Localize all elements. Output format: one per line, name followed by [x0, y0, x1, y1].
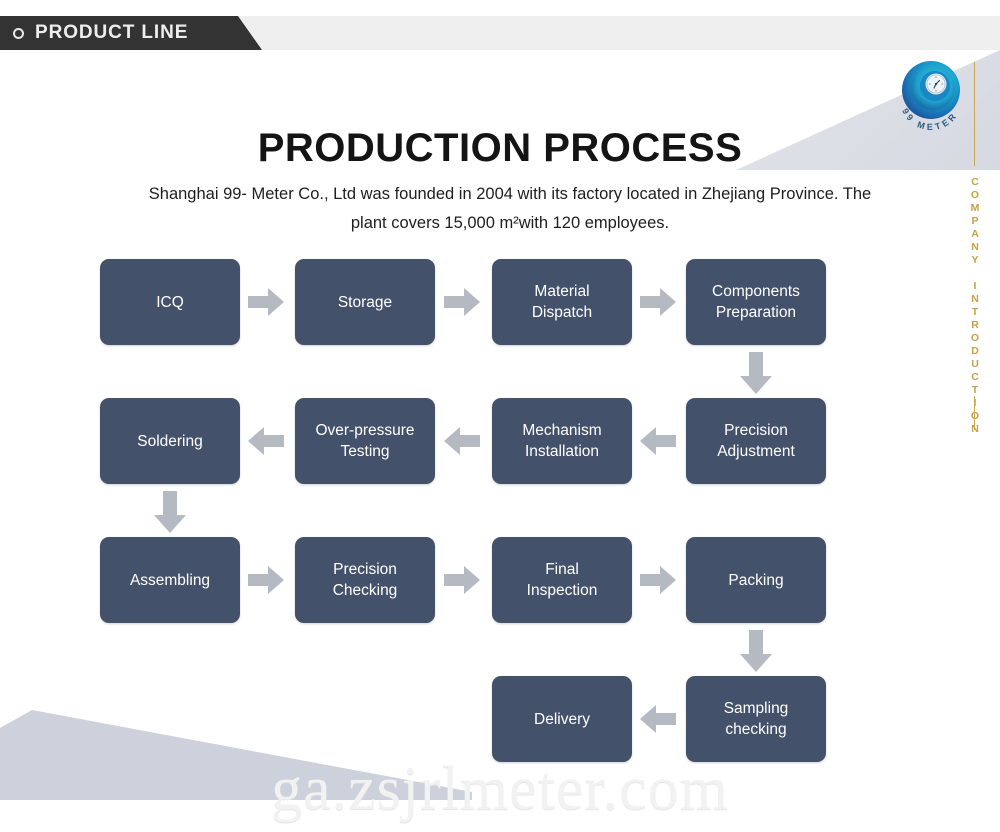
- vertical-section-label: COMPANY INTRODUCTION: [969, 176, 981, 436]
- banner-content: PRODUCT LINE: [0, 16, 238, 50]
- arrow-right-storage-material-dispatch: [444, 288, 480, 316]
- arrow-right-final-inspection-packing: [640, 566, 676, 594]
- flow-box-storage[interactable]: Storage: [295, 259, 435, 345]
- arrow-left-sampling-delivery: [640, 705, 676, 733]
- arrow-left-overpressure-soldering: [248, 427, 284, 455]
- flow-box-assembling[interactable]: Assembling: [100, 537, 240, 623]
- ring-icon: [13, 27, 24, 39]
- arrow-left-mechanism-overpressure: [444, 427, 480, 455]
- flow-box-sampling-checking[interactable]: Sampling checking: [686, 676, 826, 762]
- company-logo: 99 METER: [893, 57, 969, 133]
- flow-box-precision-checking[interactable]: Precision Checking: [295, 537, 435, 623]
- arrow-right-material-dispatch-components: [640, 288, 676, 316]
- flow-box-mechanism-installation[interactable]: Mechanism Installation: [492, 398, 632, 484]
- page-title: PRODUCTION PROCESS: [257, 126, 743, 170]
- arrow-left-precision-mechanism: [640, 427, 676, 455]
- arrow-down-components-precision: [740, 352, 772, 394]
- slide-canvas: PRODUCT LINE 99 METER COMPANY INTRODUCTI…: [0, 0, 1000, 832]
- page-subtitle: Shanghai 99- Meter Co., Ltd was founded …: [148, 185, 872, 232]
- flow-box-final-inspection[interactable]: Final Inspection: [492, 537, 632, 623]
- arrow-right-precision-checking-final-inspection: [444, 566, 480, 594]
- flow-box-soldering[interactable]: Soldering: [100, 398, 240, 484]
- arrow-down-packing-sampling: [740, 630, 772, 672]
- gold-divider-bottom: [974, 396, 975, 430]
- arrow-right-assembling-precision-checking: [248, 566, 284, 594]
- bottom-left-wedge: [0, 710, 472, 800]
- flow-box-components-preparation[interactable]: Components Preparation: [686, 259, 826, 345]
- spiral-meter-icon: 99 METER: [900, 61, 960, 132]
- product-line-banner: PRODUCT LINE: [0, 16, 1000, 50]
- flow-box-material-dispatch[interactable]: Material Dispatch: [492, 259, 632, 345]
- flow-box-packing[interactable]: Packing: [686, 537, 826, 623]
- flow-box-over-pressure-testing[interactable]: Over-pressure Testing: [295, 398, 435, 484]
- flow-box-precision-adjustment[interactable]: Precision Adjustment: [686, 398, 826, 484]
- arrow-down-soldering-assembling: [154, 491, 186, 533]
- banner-label: PRODUCT LINE: [35, 22, 189, 43]
- flow-box-delivery[interactable]: Delivery: [492, 676, 632, 762]
- arrow-right-icq-storage: [248, 288, 284, 316]
- flow-box-icq[interactable]: ICQ: [100, 259, 240, 345]
